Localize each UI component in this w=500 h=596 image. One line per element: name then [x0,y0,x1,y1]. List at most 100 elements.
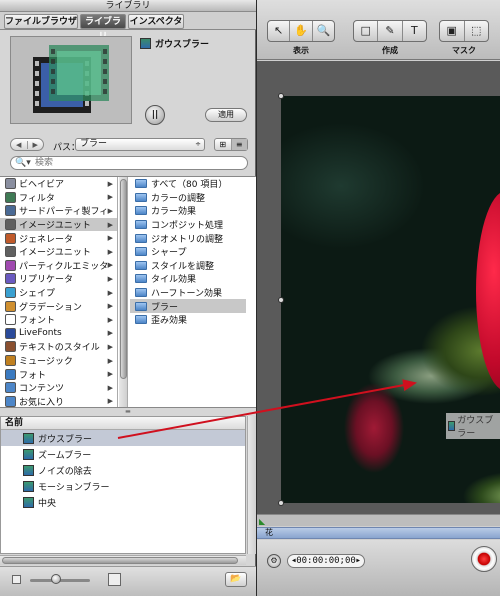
list-scrollbar[interactable] [247,416,256,554]
subcategory-item[interactable]: すべて（80 項目） [130,177,246,191]
text-tool-icon[interactable]: T [401,21,426,41]
subcategory-label: ジオメトリの調整 [151,234,224,245]
new-folder-button[interactable]: 📂 [225,572,247,587]
category-item[interactable]: お気に入り ▶ [0,395,117,407]
category-icon [5,300,16,312]
subcategory-item[interactable]: カラー効果 [130,204,246,218]
category-label: サードパーティ製フィ [19,207,109,218]
category-item[interactable]: ビヘイビア ▶ [0,177,117,191]
tab-library[interactable]: ライブラリ [80,14,126,42]
category-item[interactable]: イメージユニット ▶ [0,217,117,232]
preview-name: ガウスブラー [155,39,210,50]
forward-icon[interactable]: ▶ [26,140,44,149]
timecode-decrement-icon[interactable]: ◀ [292,555,296,567]
scroll-thumb[interactable] [2,557,238,564]
search-input[interactable]: 🔍▾ 検索 [10,156,248,170]
tab-file-browser[interactable]: ファイルブラウザ [4,14,78,29]
category-label: お気に入り [19,397,65,407]
bounding-handle[interactable] [278,297,284,303]
canvas-stage[interactable]: ガウスブラー [257,61,500,514]
large-icon-size-icon[interactable] [108,573,121,586]
list-view-icon[interactable]: ≡ [230,139,247,150]
category-label: フィルタ [19,193,55,204]
zoom-tool-icon[interactable]: 🔍 [311,21,334,41]
subcategory-item[interactable]: カラーの調整 [130,191,246,205]
category-item[interactable]: フィルタ ▶ [0,191,117,205]
category-icon [5,314,16,326]
mask-tool-icon[interactable]: ▣ [440,21,464,41]
category-item[interactable]: サードパーティ製フィ ▶ [0,204,117,218]
subcategory-item[interactable]: 歪み効果 [130,313,246,327]
image-mask-tool-icon[interactable]: ⬚ [463,21,489,41]
rectangle-tool-icon[interactable]: □ [354,21,377,41]
path-select[interactable]: ブラー ÷ [75,138,205,151]
list-item-label: モーションブラー [38,482,110,493]
category-item[interactable]: グラデーション ▶ [0,299,117,313]
record-button[interactable] [471,546,497,572]
category-column: ビヘイビア ▶ フィルタ ▶ サードパーティ製フィ ▶ イメージユニット ▶ ジェネレータ ▶ イメ… [0,177,118,407]
layer-bar[interactable]: 花 [257,527,500,539]
category-item[interactable]: テキストのスタイル ▶ [0,340,117,354]
list-item[interactable]: ノイズの除去 [1,462,245,478]
category-item[interactable]: フォント ▶ [0,313,117,327]
scroll-thumb[interactable] [120,179,127,379]
preview-title: ガウスブラー [140,36,209,50]
subcategory-item[interactable]: スタイルを調整 [130,259,246,273]
subcategory-label: シャープ [151,248,187,259]
list-item[interactable]: モーションブラー [1,478,245,494]
category-item[interactable]: フォト ▶ [0,367,117,381]
select-arrow-icon: ÷ [195,140,201,148]
play-range-marker-icon[interactable]: ◣ [259,517,265,526]
category-scrollbar[interactable] [119,177,128,407]
subcategory-item[interactable]: シャープ [130,245,246,259]
category-item[interactable]: イメージユニット ▶ [0,245,117,259]
bounding-handle[interactable] [278,93,284,99]
pause-button[interactable]: || [145,105,165,125]
horizontal-scrollbar[interactable] [0,555,246,565]
list-item[interactable]: 中央 [1,494,245,510]
back-icon[interactable]: ◀ [11,141,27,149]
timecode-field[interactable]: ◀ 00:00:00;00 ▶ [287,554,365,568]
hand-tool-icon[interactable]: ✋ [289,21,311,41]
small-icon-size-icon[interactable] [12,575,21,584]
list-item[interactable]: ズームブラー [1,446,245,462]
subcategory-item[interactable]: タイル効果 [130,272,246,286]
apply-button[interactable]: 適用 [205,108,247,122]
list-item-label: ガウスブラー [38,434,93,445]
mini-timeline-ruler[interactable]: ◣ [257,514,500,526]
category-label: パーティクルエミッタ [19,261,109,272]
list-header-name[interactable]: 名前 [1,417,245,430]
category-item[interactable]: LiveFonts ▶ [0,327,117,341]
bounding-handle[interactable] [278,500,284,506]
category-item[interactable]: コンテンツ ▶ [0,381,117,395]
list-item[interactable]: ガウスブラー [1,430,245,446]
chevron-right-icon: ▶ [107,329,113,338]
split-handle[interactable]: ▬ [0,408,256,416]
subcategory-item[interactable]: ブラー [130,299,246,313]
category-item[interactable]: リプリケータ ▶ [0,272,117,286]
folder-icon [135,315,147,325]
create-tools: □ ✎ T [353,20,427,42]
drag-label-text: ガウスブラー [457,416,494,439]
category-item[interactable]: ミュージック ▶ [0,354,117,368]
chevron-right-icon: ▶ [107,206,113,215]
pen-tool-icon[interactable]: ✎ [377,21,401,41]
category-browser: ビヘイビア ▶ フィルタ ▶ サードパーティ製フィ ▶ イメージユニット ▶ ジェネレータ ▶ イメ… [0,176,256,408]
gear-icon[interactable]: ⚙ [267,554,281,568]
category-item[interactable]: シェイプ ▶ [0,286,117,300]
subcategory-item[interactable]: ジオメトリの調整 [130,231,246,245]
folder-icon [135,301,147,311]
flower-photo[interactable]: ガウスブラー [281,96,500,503]
category-item[interactable]: ジェネレータ ▶ [0,231,117,245]
grid-view-icon[interactable]: ⊞ [215,139,231,150]
folder-icon [135,274,147,284]
subcategory-item[interactable]: ハーフトーン効果 [130,286,246,300]
timecode-increment-icon[interactable]: ▶ [356,555,360,567]
category-item[interactable]: パーティクルエミッタ ▶ [0,259,117,273]
category-label: シェイプ [19,289,56,300]
tab-inspector[interactable]: インスペクタ [128,14,184,29]
select-tool-icon[interactable]: ↖ [268,21,289,41]
category-label: ジェネレータ [19,234,74,245]
slider-knob[interactable] [51,574,61,584]
subcategory-item[interactable]: コンポジット処理 [130,218,246,232]
